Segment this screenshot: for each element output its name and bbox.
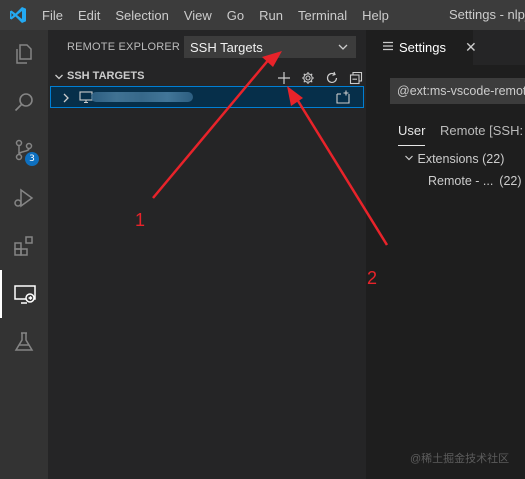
connect-new-window-icon[interactable] <box>335 90 351 109</box>
section-title: SSH TARGETS <box>67 70 145 82</box>
chevron-down-icon <box>54 72 64 85</box>
menu-help[interactable]: Help <box>355 8 397 23</box>
tree-item-label: Remote - ... <box>428 174 494 188</box>
redacted-host-name <box>91 92 193 102</box>
tab-bar: Settings ✕ <box>366 30 525 65</box>
search-icon[interactable] <box>0 78 48 126</box>
scope-user-label: User <box>398 123 426 138</box>
vscode-logo-icon <box>0 0 35 30</box>
tree-group-count: (22) <box>482 152 505 166</box>
chevron-down-icon <box>405 155 413 161</box>
tree-item-count: (22) <box>499 174 522 188</box>
remote-explorer-sidebar: REMOTE EXPLORER SSH Targets SSH TARGETS <box>48 30 366 479</box>
tree-item-remote[interactable]: Remote - ... (22) <box>428 174 522 188</box>
dropdown-value: SSH Targets <box>190 39 263 55</box>
scope-tab-user[interactable]: User <box>398 123 426 146</box>
chevron-down-icon <box>337 41 349 56</box>
active-scope-underline <box>398 145 425 146</box>
settings-list-icon <box>382 40 394 55</box>
activity-bar: 3 <box>0 30 48 479</box>
menu-go[interactable]: Go <box>220 8 252 23</box>
menu-run[interactable]: Run <box>252 8 291 23</box>
watermark: @稀土掘金技术社区 <box>410 453 510 465</box>
settings-search-input[interactable]: @ext:ms-vscode-remote <box>390 78 525 104</box>
tree-group-extensions[interactable]: Extensions (22) <box>404 152 504 166</box>
tree-group-label: Extensions <box>417 152 479 166</box>
remote-explorer-icon[interactable] <box>0 270 48 318</box>
scope-tab-remote[interactable]: Remote [SSH: 2 <box>440 123 525 138</box>
sidebar-title: REMOTE EXPLORER <box>67 41 181 53</box>
explorer-icon[interactable] <box>0 30 48 78</box>
run-debug-icon[interactable] <box>0 174 48 222</box>
remote-type-dropdown[interactable]: SSH Targets <box>184 36 356 58</box>
menu-bar: File Edit Selection View Go Run Terminal… <box>35 8 397 23</box>
testing-icon[interactable] <box>0 318 48 366</box>
close-icon[interactable]: ✕ <box>465 39 477 56</box>
annotation-label-2: 2 <box>367 268 378 288</box>
window-title: Settings - nlp_ <box>449 7 525 22</box>
extensions-icon[interactable] <box>0 222 48 270</box>
menu-edit[interactable]: Edit <box>71 8 108 23</box>
editor-area: Settings ✕ @ext:ms-vscode-remote User Re… <box>366 30 525 479</box>
annotation-label-1: 1 <box>135 210 146 230</box>
tab-label: Settings <box>399 40 446 55</box>
ssh-host-row[interactable] <box>50 86 364 108</box>
menu-view[interactable]: View <box>177 8 220 23</box>
menu-terminal[interactable]: Terminal <box>291 8 355 23</box>
menu-selection[interactable]: Selection <box>108 8 176 23</box>
chevron-right-icon <box>61 91 71 109</box>
title-bar: File Edit Selection View Go Run Terminal… <box>0 0 525 30</box>
tab-settings[interactable]: Settings ✕ <box>366 30 477 65</box>
source-control-icon[interactable]: 3 <box>0 126 48 174</box>
menu-file[interactable]: File <box>35 8 71 23</box>
source-control-badge: 3 <box>25 152 39 166</box>
